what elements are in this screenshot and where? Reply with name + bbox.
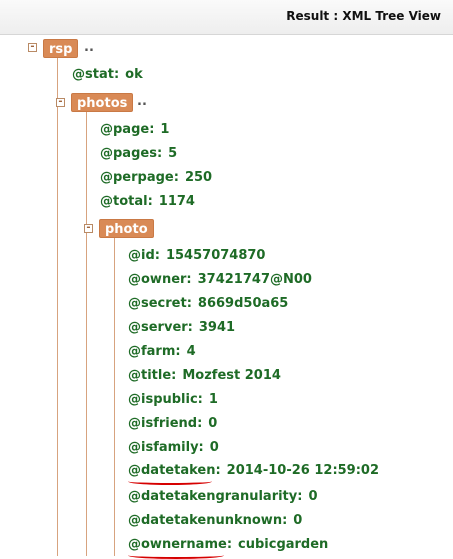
attr-key: @isfamily: [128,440,204,455]
photo-node[interactable]: photo [99,219,154,238]
rsp-guide-line [57,56,58,556]
xml-tree: - rsp .. @stat: ok - photos .. @page: 1 @p… [0,34,453,559]
attr-datetaken: @datetaken: 2014-10-26 12:59:02 [128,463,379,478]
attr-key: @total: [100,194,153,209]
attr-key: @ownername: [128,537,233,552]
attr-ownername: @ownername: cubicgarden [128,537,328,552]
photos-guide-line [86,112,87,556]
attr-key: @id: [128,248,160,263]
rsp-collapse-icon[interactable]: - [28,42,37,52]
attr-secret: @secret: 8669d50a65 [128,296,288,311]
attr-key: @title: [128,368,177,383]
attr-key: @farm: [128,344,181,359]
attr-value: 1 [208,392,218,407]
attr-key: @isfriend: [128,416,203,431]
attr-datetakenunknown: @datetakenunknown: 0 [128,513,302,528]
attr-value: 37421747@N00 [197,272,312,287]
attr-key: @page: [100,122,155,137]
attr-page: @page: 1 [100,122,169,137]
attr-ispublic: @ispublic: 1 [128,392,218,407]
result-header: Result : XML Tree View [0,0,453,35]
attr-isfamily: @isfamily: 0 [128,440,219,455]
rsp-ellipsis: .. [84,40,94,55]
attr-pages: @pages: 5 [100,146,177,161]
attr-key: @perpage: [100,170,179,185]
attr-isfriend: @isfriend: 0 [128,416,217,431]
attr-owner: @owner: 37421747@N00 [128,272,312,287]
photos-ellipsis: .. [137,94,147,109]
result-title: Result : XML Tree View [286,9,441,23]
attr-key: @ispublic: [128,392,203,407]
attr-key: @datetakengranularity: [128,489,303,504]
attr-value: 0 [208,416,218,431]
attr-key: @owner: [128,272,192,287]
attr-total: @total: 1174 [100,194,195,209]
attr-value: 4 [186,344,196,359]
attr-farm: @farm: 4 [128,344,196,359]
attr-value: 0 [209,440,219,455]
attr-key: @secret: [128,296,192,311]
attr-key: @datetaken: [128,463,221,478]
photos-collapse-icon[interactable]: - [56,97,65,107]
rsp-node[interactable]: rsp [43,39,79,58]
attr-value: 1174 [158,194,195,209]
attr-value: cubicgarden [238,537,329,552]
attr-value: 8669d50a65 [197,296,289,311]
attr-value: 0 [308,489,318,504]
attr-perpage: @perpage: 250 [100,170,212,185]
attr-server: @server: 3941 [128,320,235,335]
photo-collapse-icon[interactable]: - [84,223,93,233]
attr-key: @pages: [100,146,163,161]
attr-datetakengranularity: @datetakengranularity: 0 [128,489,318,504]
attr-value: 0 [293,513,303,528]
attr-id: @id: 15457074870 [128,248,265,263]
attr-key: @server: [128,320,193,335]
attr-value: 1 [160,122,170,137]
attr-value: 2014-10-26 12:59:02 [226,463,380,478]
attr-value: 15457074870 [165,248,266,263]
attr-value: ok [125,67,143,82]
attr-key: @stat: [72,67,120,82]
attr-value: 3941 [198,320,236,335]
photos-node[interactable]: photos [71,93,134,112]
photo-guide-line [114,237,115,556]
attr-stat: @stat: ok [72,67,143,82]
attr-value: 250 [184,170,213,185]
attr-value: 5 [168,146,178,161]
attr-key: @datetakenunknown: [128,513,288,528]
attr-title: @title: Mozfest 2014 [128,368,281,383]
datetaken-underline-annotation [128,478,212,485]
attr-value: Mozfest 2014 [182,368,281,383]
